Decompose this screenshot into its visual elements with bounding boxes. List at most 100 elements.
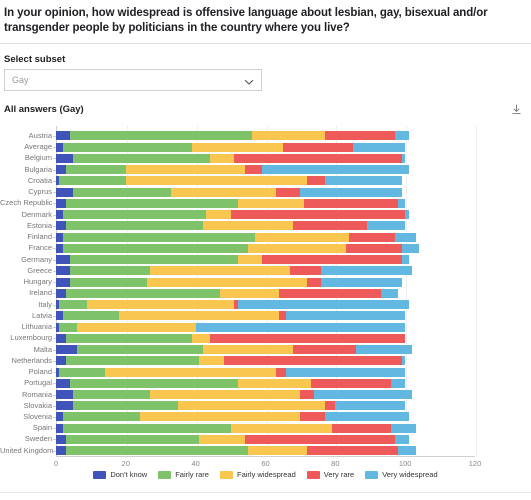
bar-segment[interactable] [59, 367, 105, 377]
bar-row[interactable] [56, 288, 475, 298]
bar-segment[interactable] [398, 446, 416, 456]
bar-segment[interactable] [56, 187, 74, 197]
bar-segment[interactable] [69, 378, 238, 388]
legend-item[interactable]: Very rare [306, 470, 354, 479]
bar-row[interactable] [56, 401, 475, 411]
bar-segment[interactable] [237, 378, 311, 388]
bar-segment[interactable] [366, 221, 406, 231]
bar-segment[interactable] [66, 446, 249, 456]
bar-segment[interactable] [321, 266, 413, 276]
bar-segment[interactable] [275, 367, 287, 377]
bar-segment[interactable] [56, 333, 67, 343]
bar-row[interactable] [56, 412, 475, 422]
legend-item[interactable]: Don't know [93, 470, 147, 479]
bar-row[interactable] [56, 333, 475, 343]
bar-segment[interactable] [56, 232, 63, 242]
bar-segment[interactable] [56, 210, 63, 220]
bar-segment[interactable] [331, 423, 392, 433]
bar-segment[interactable] [237, 300, 409, 310]
bar-segment[interactable] [275, 187, 301, 197]
bar-segment[interactable] [237, 198, 304, 208]
bar-segment[interactable] [345, 243, 402, 253]
bar-segment[interactable] [73, 401, 179, 411]
bar-segment[interactable] [66, 434, 200, 444]
bar-segment[interactable] [314, 390, 413, 400]
bar-segment[interactable] [150, 390, 301, 400]
bar-segment[interactable] [248, 243, 346, 253]
bar-segment[interactable] [56, 142, 63, 152]
legend-item[interactable]: Fairly widespread [219, 470, 296, 479]
bar-segment[interactable] [146, 277, 308, 287]
bar-segment[interactable] [324, 176, 402, 186]
bar-segment[interactable] [56, 277, 70, 287]
bar-segment[interactable] [66, 356, 200, 366]
bar-segment[interactable] [62, 210, 207, 220]
bar-segment[interactable] [244, 434, 395, 444]
download-icon[interactable] [510, 103, 523, 116]
bar-row[interactable] [56, 434, 475, 444]
bar-segment[interactable] [300, 187, 402, 197]
bar-row[interactable] [56, 187, 475, 197]
bar-segment[interactable] [56, 266, 70, 276]
bar-segment[interactable] [289, 266, 322, 276]
bar-segment[interactable] [62, 412, 140, 422]
bar-row[interactable] [56, 266, 475, 276]
bar-segment[interactable] [380, 288, 399, 298]
bar-segment[interactable] [56, 198, 67, 208]
bar-segment[interactable] [324, 401, 336, 411]
bar-segment[interactable] [56, 446, 67, 456]
bar-segment[interactable] [300, 390, 315, 400]
bar-row[interactable] [56, 311, 475, 321]
legend-item[interactable]: Fairly rare [158, 470, 209, 479]
bar-segment[interactable] [56, 423, 63, 433]
bar-segment[interactable] [56, 255, 70, 265]
bar-segment[interactable] [56, 356, 67, 366]
bar-segment[interactable] [202, 345, 294, 355]
bar-segment[interactable] [76, 322, 196, 332]
bar-segment[interactable] [150, 266, 290, 276]
bar-segment[interactable] [405, 210, 409, 220]
bar-row[interactable] [56, 367, 475, 377]
bar-segment[interactable] [59, 176, 126, 186]
bar-segment[interactable] [293, 221, 367, 231]
bar-segment[interactable] [56, 131, 70, 141]
bar-row[interactable] [56, 300, 475, 310]
bar-segment[interactable] [118, 311, 280, 321]
bar-segment[interactable] [192, 142, 283, 152]
bar-segment[interactable] [62, 423, 231, 433]
bar-segment[interactable] [307, 277, 322, 287]
bar-segment[interactable] [321, 277, 402, 287]
bar-segment[interactable] [76, 345, 203, 355]
bar-row[interactable] [56, 322, 475, 332]
bar-segment[interactable] [171, 187, 276, 197]
bar-segment[interactable] [62, 311, 119, 321]
bar-segment[interactable] [223, 356, 402, 366]
bar-row[interactable] [56, 210, 475, 220]
bar-segment[interactable] [286, 311, 406, 321]
bar-segment[interactable] [73, 390, 151, 400]
bar-row[interactable] [56, 423, 475, 433]
bar-segment[interactable] [307, 446, 399, 456]
bar-segment[interactable] [237, 255, 262, 265]
bar-segment[interactable] [59, 322, 77, 332]
bar-row[interactable] [56, 446, 475, 456]
bar-segment[interactable] [56, 153, 74, 163]
bar-segment[interactable] [324, 131, 395, 141]
bar-segment[interactable] [391, 423, 416, 433]
bar-segment[interactable] [69, 277, 147, 287]
bar-segment[interactable] [66, 221, 203, 231]
bar-segment[interactable] [230, 210, 406, 220]
bar-segment[interactable] [104, 367, 276, 377]
bar-segment[interactable] [56, 412, 63, 422]
bar-row[interactable] [56, 378, 475, 388]
bar-row[interactable] [56, 131, 475, 141]
bar-segment[interactable] [401, 255, 409, 265]
bar-segment[interactable] [69, 266, 151, 276]
bar-segment[interactable] [66, 333, 193, 343]
bar-segment[interactable] [230, 423, 332, 433]
bar-row[interactable] [56, 232, 475, 242]
bar-segment[interactable] [56, 390, 74, 400]
bar-segment[interactable] [199, 356, 224, 366]
bar-row[interactable] [56, 243, 475, 253]
bar-row[interactable] [56, 255, 475, 265]
